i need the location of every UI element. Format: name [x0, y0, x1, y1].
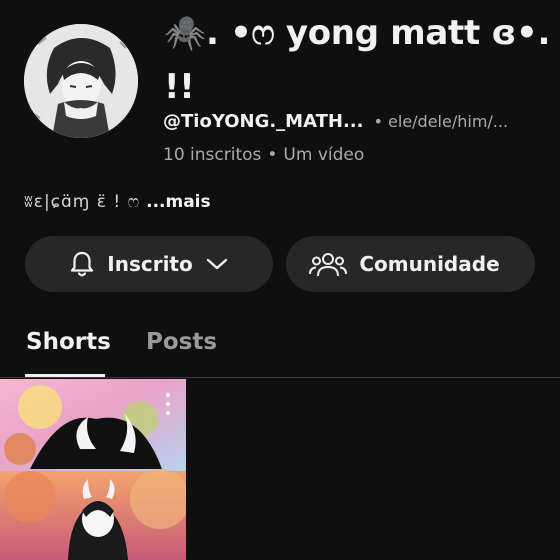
channel-handle: @TioYONG._MATH... — [163, 111, 364, 132]
subscribed-button[interactable]: Inscrito — [25, 236, 273, 292]
community-button[interactable]: Comunidade — [286, 236, 535, 292]
active-tab-indicator — [25, 374, 105, 377]
shorts-grid — [0, 379, 560, 560]
channel-bio[interactable]: ʬɛ|ɕɑ̈ɱ ɛ̈ ! ෆ ...mais — [24, 189, 544, 215]
short-thumbnail[interactable] — [0, 379, 186, 560]
channel-tabs: Shorts Posts — [0, 312, 560, 378]
short-thumbnail-image — [0, 379, 186, 560]
subscribed-label: Inscrito — [107, 252, 193, 276]
bio-text: ʬɛ|ɕɑ̈ɱ ɛ̈ ! ෆ — [24, 192, 141, 212]
tab-shorts[interactable]: Shorts — [26, 326, 111, 358]
bio-more-link[interactable]: ...mais — [146, 192, 211, 212]
video-count: Um vídeo — [283, 145, 365, 165]
people-icon — [309, 250, 348, 278]
handle-row[interactable]: @TioYONG._MATH... • ele/dele/him/... — [163, 110, 555, 134]
bell-icon — [69, 250, 95, 278]
avatar-illustration — [24, 24, 138, 138]
channel-pronouns: • ele/dele/him/... — [373, 112, 509, 131]
chevron-down-icon — [205, 256, 229, 272]
community-label: Comunidade — [359, 252, 500, 276]
more-vert-icon[interactable] — [164, 393, 172, 415]
channel-page: 🕷️. •ෆ yong matt ɞ•. !! @TioYONG._MATH..… — [0, 0, 560, 560]
stats-separator: • — [267, 145, 278, 165]
channel-stats: 10 inscritos • Um vídeo — [163, 143, 553, 167]
channel-avatar[interactable] — [24, 24, 138, 138]
tab-posts[interactable]: Posts — [146, 326, 217, 358]
subscriber-count: 10 inscritos — [163, 145, 262, 165]
channel-name: 🕷️. •ෆ yong matt ɞ•. !! — [164, 13, 551, 107]
